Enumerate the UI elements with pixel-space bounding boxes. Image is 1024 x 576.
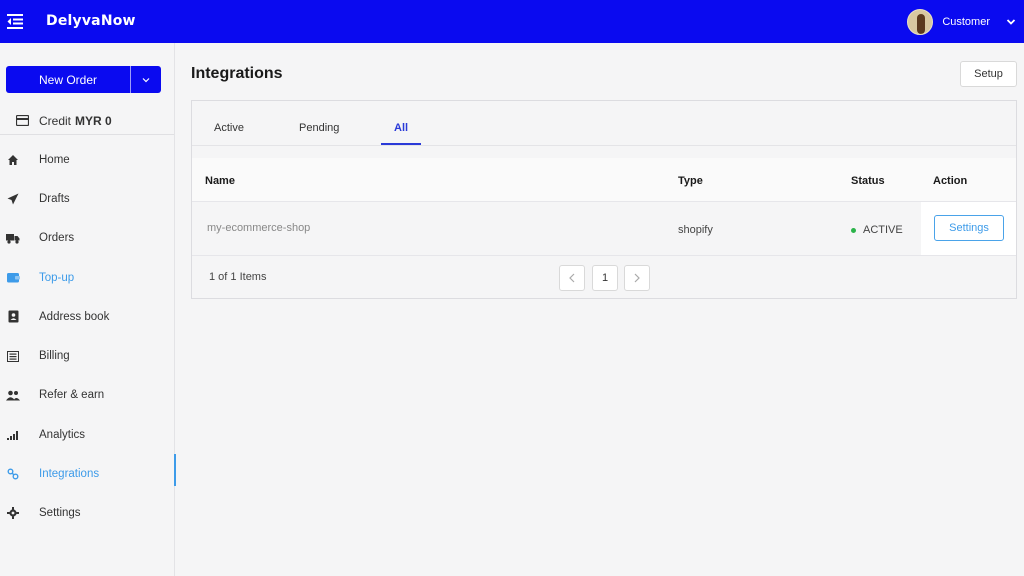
status-dot-icon bbox=[851, 227, 856, 233]
sidebar-item-drafts[interactable]: Drafts bbox=[0, 179, 175, 218]
menu-collapse-icon[interactable] bbox=[6, 12, 24, 30]
column-header-status: Status bbox=[851, 175, 885, 187]
sidebar-item-label: Settings bbox=[39, 507, 81, 520]
integration-name: my-ecommerce-shop bbox=[207, 222, 311, 234]
sidebar-item-refer-earn[interactable]: Refer & earn bbox=[0, 376, 175, 415]
column-header-name: Name bbox=[205, 175, 235, 187]
contact-book-icon bbox=[6, 310, 20, 324]
brand-logo[interactable]: DelyvaNow bbox=[46, 13, 136, 29]
status-badge: ACTIVE bbox=[851, 224, 903, 236]
sidebar-item-label: Integrations bbox=[39, 468, 100, 481]
avatar bbox=[907, 9, 934, 35]
paper-plane-icon bbox=[6, 192, 20, 206]
sidebar-item-label: Drafts bbox=[39, 192, 70, 205]
chevron-right-icon bbox=[634, 273, 640, 283]
sidebar-item-top-up[interactable]: Top-up bbox=[0, 258, 175, 297]
sidebar-item-home[interactable]: Home bbox=[0, 140, 175, 179]
truck-icon bbox=[6, 231, 20, 245]
page-title: Integrations bbox=[191, 65, 283, 82]
integration-settings-button[interactable]: Settings bbox=[934, 215, 1004, 241]
sidebar-item-label: Orders bbox=[39, 232, 75, 245]
sidebar-item-label: Billing bbox=[39, 350, 70, 363]
bar-chart-icon bbox=[6, 428, 20, 442]
new-order-split-button: New Order bbox=[6, 66, 161, 93]
sidebar-item-label: Address book bbox=[39, 310, 110, 323]
tab-all[interactable]: All bbox=[394, 122, 408, 134]
sidebar-item-label: Top-up bbox=[39, 271, 75, 284]
sidebar-item-integrations[interactable]: Integrations bbox=[0, 454, 176, 493]
tab-pending[interactable]: Pending bbox=[299, 122, 339, 134]
credit-label: Credit bbox=[39, 113, 72, 128]
sidebar-item-label: Refer & earn bbox=[39, 389, 105, 402]
sidebar: New Order Credit MYR 0 Home Drafts Order… bbox=[0, 43, 176, 576]
table-row: my-ecommerce-shop shopify ACTIVE Setting… bbox=[192, 202, 1016, 256]
credit-balance: Credit MYR 0 bbox=[0, 107, 174, 135]
sidebar-item-orders[interactable]: Orders bbox=[0, 219, 175, 258]
user-name: Customer bbox=[942, 16, 990, 28]
chevron-left-icon bbox=[569, 273, 575, 283]
sidebar-item-address-book[interactable]: Address book bbox=[0, 297, 175, 336]
tab-bar: Active Pending All bbox=[192, 101, 1016, 146]
tab-active[interactable]: Active bbox=[214, 122, 244, 134]
pagination-prev-button[interactable] bbox=[559, 265, 585, 291]
integration-type: shopify bbox=[678, 224, 713, 236]
list-icon bbox=[6, 349, 20, 363]
new-order-button[interactable]: New Order bbox=[6, 66, 131, 93]
sidebar-item-label: Analytics bbox=[39, 428, 86, 441]
users-icon bbox=[6, 388, 20, 402]
gear-icon bbox=[6, 506, 20, 520]
status-text: ACTIVE bbox=[863, 224, 903, 236]
new-order-dropdown-button[interactable] bbox=[131, 66, 161, 93]
column-header-action: Action bbox=[933, 175, 968, 187]
sidebar-item-settings[interactable]: Settings bbox=[0, 494, 175, 533]
tab-active-indicator bbox=[381, 143, 421, 145]
pagination-page-button[interactable]: 1 bbox=[592, 265, 618, 291]
home-icon bbox=[6, 153, 20, 167]
wallet-icon bbox=[6, 271, 20, 285]
chevron-down-icon bbox=[142, 77, 150, 82]
setup-button[interactable]: Setup bbox=[960, 61, 1017, 87]
pagination-summary: 1 of 1 Items bbox=[209, 271, 267, 283]
sidebar-nav: Home Drafts Orders Top-up Address book B… bbox=[0, 140, 176, 533]
link-icon bbox=[6, 467, 20, 481]
column-header-type: Type bbox=[678, 175, 703, 187]
table-header: Name Type Status Action bbox=[192, 158, 1016, 202]
user-menu[interactable]: Customer bbox=[907, 7, 1016, 37]
credit-card-icon bbox=[16, 115, 29, 126]
sidebar-item-label: Home bbox=[39, 153, 70, 166]
action-cell: Settings bbox=[921, 202, 1016, 255]
integrations-card: Active Pending All Name Type Status Acti… bbox=[191, 100, 1017, 299]
credit-value: MYR 0 bbox=[75, 113, 112, 128]
pagination-next-button[interactable] bbox=[624, 265, 650, 291]
chevron-down-icon bbox=[1006, 19, 1016, 25]
sidebar-item-billing[interactable]: Billing bbox=[0, 336, 175, 375]
top-bar: DelyvaNow Customer bbox=[0, 0, 1024, 43]
sidebar-item-analytics[interactable]: Analytics bbox=[0, 415, 175, 454]
